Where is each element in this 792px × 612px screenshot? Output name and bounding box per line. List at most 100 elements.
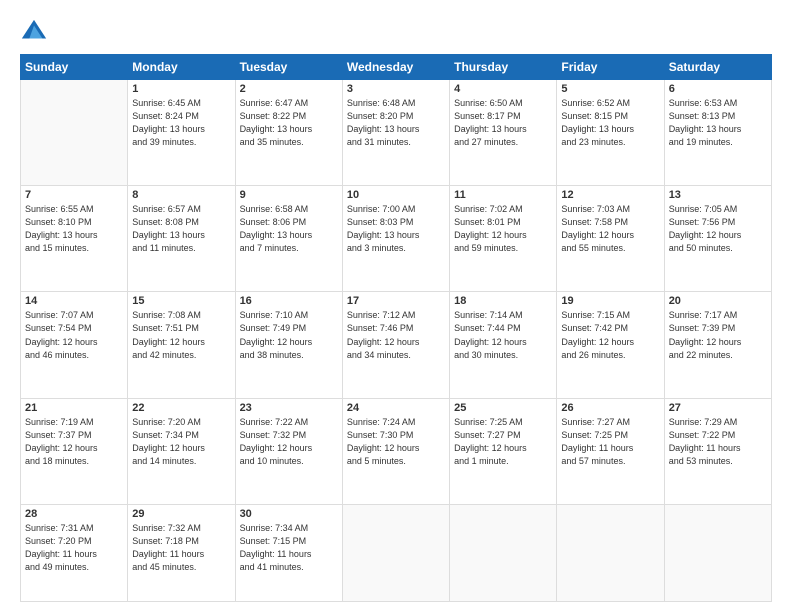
day-info: Sunrise: 7:02 AM Sunset: 8:01 PM Dayligh…	[454, 203, 552, 255]
day-info: Sunrise: 7:10 AM Sunset: 7:49 PM Dayligh…	[240, 309, 338, 361]
day-info: Sunrise: 7:19 AM Sunset: 7:37 PM Dayligh…	[25, 416, 123, 468]
day-cell: 6Sunrise: 6:53 AM Sunset: 8:13 PM Daylig…	[664, 80, 771, 186]
day-info: Sunrise: 6:58 AM Sunset: 8:06 PM Dayligh…	[240, 203, 338, 255]
day-cell: 11 Sunrise: 7:02 AM Sunset: 8:01 PM Dayli…	[450, 186, 557, 292]
day-info: Sunrise: 7:00 AM Sunset: 8:03 PM Dayligh…	[347, 203, 445, 255]
day-cell: 3 Sunrise: 6:48 AM Sunset: 8:20 PM Daylig…	[342, 80, 449, 186]
day-info: Sunrise: 6:48 AM Sunset: 8:20 PM Dayligh…	[347, 97, 445, 149]
col-header-sunday: Sunday	[21, 55, 128, 80]
day-cell: 16 Sunrise: 7:10 AM Sunset: 7:49 PM Dayli…	[235, 292, 342, 398]
day-info: Sunrise: 6:50 AM Sunset: 8:17 PM Dayligh…	[454, 97, 552, 149]
day-cell: 1 Sunrise: 6:45 AM Sunset: 8:24 PM Daylig…	[128, 80, 235, 186]
day-number: 18	[454, 295, 552, 307]
day-cell: 13 Sunrise: 7:05 AM Sunset: 7:56 PM Dayli…	[664, 186, 771, 292]
week-row-2: 14 Sunrise: 7:07 AM Sunset: 7:54 PM Dayli…	[21, 292, 772, 398]
day-info: Sunrise: 7:12 AM Sunset: 7:46 PM Dayligh…	[347, 309, 445, 361]
week-row-4: 28 Sunrise: 7:31 AM Sunset: 7:20 PM Dayli…	[21, 504, 772, 601]
day-cell: 14 Sunrise: 7:07 AM Sunset: 7:54 PM Dayli…	[21, 292, 128, 398]
day-number: 8	[132, 189, 230, 201]
day-number: 7	[25, 189, 123, 201]
day-cell: 21 Sunrise: 7:19 AM Sunset: 7:37 PM Dayli…	[21, 398, 128, 504]
day-cell: 22 Sunrise: 7:20 AM Sunset: 7:34 PM Dayli…	[128, 398, 235, 504]
day-info: Sunrise: 7:08 AM Sunset: 7:51 PM Dayligh…	[132, 309, 230, 361]
day-info: Sunrise: 7:03 AM Sunset: 7:58 PM Dayligh…	[561, 203, 659, 255]
day-info: Sunrise: 7:05 AM Sunset: 7:56 PM Dayligh…	[669, 203, 767, 255]
day-info: Sunrise: 7:14 AM Sunset: 7:44 PM Dayligh…	[454, 309, 552, 361]
day-cell: 10 Sunrise: 7:00 AM Sunset: 8:03 PM Dayli…	[342, 186, 449, 292]
day-number: 16	[240, 295, 338, 307]
day-info: Sunrise: 7:29 AM Sunset: 7:22 PM Dayligh…	[669, 416, 767, 468]
page: SundayMondayTuesdayWednesdayThursdayFrid…	[0, 0, 792, 612]
day-info: Sunrise: 6:52 AM Sunset: 8:15 PM Dayligh…	[561, 97, 659, 149]
day-info: Sunrise: 6:55 AM Sunset: 8:10 PM Dayligh…	[25, 203, 123, 255]
day-number: 23	[240, 402, 338, 414]
day-cell: 19 Sunrise: 7:15 AM Sunset: 7:42 PM Dayli…	[557, 292, 664, 398]
day-cell: 4 Sunrise: 6:50 AM Sunset: 8:17 PM Daylig…	[450, 80, 557, 186]
day-cell: 2Sunrise: 6:47 AM Sunset: 8:22 PM Daylig…	[235, 80, 342, 186]
day-info: Sunrise: 7:22 AM Sunset: 7:32 PM Dayligh…	[240, 416, 338, 468]
day-cell: 29 Sunrise: 7:32 AM Sunset: 7:18 PM Dayli…	[128, 504, 235, 601]
week-row-0: 1 Sunrise: 6:45 AM Sunset: 8:24 PM Daylig…	[21, 80, 772, 186]
day-number: 13	[669, 189, 767, 201]
day-info: Sunrise: 6:45 AM Sunset: 8:24 PM Dayligh…	[132, 97, 230, 149]
col-header-saturday: Saturday	[664, 55, 771, 80]
day-number: 14	[25, 295, 123, 307]
day-cell: 17 Sunrise: 7:12 AM Sunset: 7:46 PM Dayli…	[342, 292, 449, 398]
day-cell	[557, 504, 664, 601]
day-number: 28	[25, 508, 123, 520]
day-number: 22	[132, 402, 230, 414]
week-row-1: 7 Sunrise: 6:55 AM Sunset: 8:10 PM Daylig…	[21, 186, 772, 292]
day-cell: 8Sunrise: 6:57 AM Sunset: 8:08 PM Daylig…	[128, 186, 235, 292]
calendar: SundayMondayTuesdayWednesdayThursdayFrid…	[20, 54, 772, 602]
header	[20, 18, 772, 46]
day-cell	[342, 504, 449, 601]
day-info: Sunrise: 7:07 AM Sunset: 7:54 PM Dayligh…	[25, 309, 123, 361]
day-cell	[664, 504, 771, 601]
week-row-3: 21 Sunrise: 7:19 AM Sunset: 7:37 PM Dayli…	[21, 398, 772, 504]
day-number: 21	[25, 402, 123, 414]
day-info: Sunrise: 6:53 AM Sunset: 8:13 PM Dayligh…	[669, 97, 767, 149]
calendar-header-row: SundayMondayTuesdayWednesdayThursdayFrid…	[21, 55, 772, 80]
day-info: Sunrise: 7:15 AM Sunset: 7:42 PM Dayligh…	[561, 309, 659, 361]
day-info: Sunrise: 7:27 AM Sunset: 7:25 PM Dayligh…	[561, 416, 659, 468]
day-number: 15	[132, 295, 230, 307]
day-number: 12	[561, 189, 659, 201]
day-cell: 27 Sunrise: 7:29 AM Sunset: 7:22 PM Dayli…	[664, 398, 771, 504]
day-cell: 30 Sunrise: 7:34 AM Sunset: 7:15 PM Dayli…	[235, 504, 342, 601]
day-cell: 23 Sunrise: 7:22 AM Sunset: 7:32 PM Dayli…	[235, 398, 342, 504]
day-cell	[450, 504, 557, 601]
day-cell: 25Sunrise: 7:25 AM Sunset: 7:27 PM Dayli…	[450, 398, 557, 504]
day-number: 19	[561, 295, 659, 307]
day-number: 17	[347, 295, 445, 307]
day-info: Sunrise: 7:17 AM Sunset: 7:39 PM Dayligh…	[669, 309, 767, 361]
day-cell: 20Sunrise: 7:17 AM Sunset: 7:39 PM Dayli…	[664, 292, 771, 398]
day-info: Sunrise: 7:24 AM Sunset: 7:30 PM Dayligh…	[347, 416, 445, 468]
day-cell: 26 Sunrise: 7:27 AM Sunset: 7:25 PM Dayli…	[557, 398, 664, 504]
day-number: 9	[240, 189, 338, 201]
day-number: 1	[132, 83, 230, 95]
day-cell: 24 Sunrise: 7:24 AM Sunset: 7:30 PM Dayli…	[342, 398, 449, 504]
day-cell: 15 Sunrise: 7:08 AM Sunset: 7:51 PM Dayli…	[128, 292, 235, 398]
day-number: 25	[454, 402, 552, 414]
day-number: 11	[454, 189, 552, 201]
day-number: 10	[347, 189, 445, 201]
day-number: 4	[454, 83, 552, 95]
day-number: 30	[240, 508, 338, 520]
day-cell: 9 Sunrise: 6:58 AM Sunset: 8:06 PM Daylig…	[235, 186, 342, 292]
day-info: Sunrise: 7:20 AM Sunset: 7:34 PM Dayligh…	[132, 416, 230, 468]
day-number: 27	[669, 402, 767, 414]
col-header-wednesday: Wednesday	[342, 55, 449, 80]
day-cell: 7 Sunrise: 6:55 AM Sunset: 8:10 PM Daylig…	[21, 186, 128, 292]
col-header-tuesday: Tuesday	[235, 55, 342, 80]
day-info: Sunrise: 7:34 AM Sunset: 7:15 PM Dayligh…	[240, 522, 338, 574]
day-number: 29	[132, 508, 230, 520]
day-number: 24	[347, 402, 445, 414]
day-number: 3	[347, 83, 445, 95]
day-cell: 12 Sunrise: 7:03 AM Sunset: 7:58 PM Dayli…	[557, 186, 664, 292]
day-info: Sunrise: 7:32 AM Sunset: 7:18 PM Dayligh…	[132, 522, 230, 574]
day-number: 26	[561, 402, 659, 414]
logo	[20, 18, 52, 46]
logo-icon	[20, 18, 48, 46]
day-info: Sunrise: 6:47 AM Sunset: 8:22 PM Dayligh…	[240, 97, 338, 149]
day-info: Sunrise: 7:31 AM Sunset: 7:20 PM Dayligh…	[25, 522, 123, 574]
